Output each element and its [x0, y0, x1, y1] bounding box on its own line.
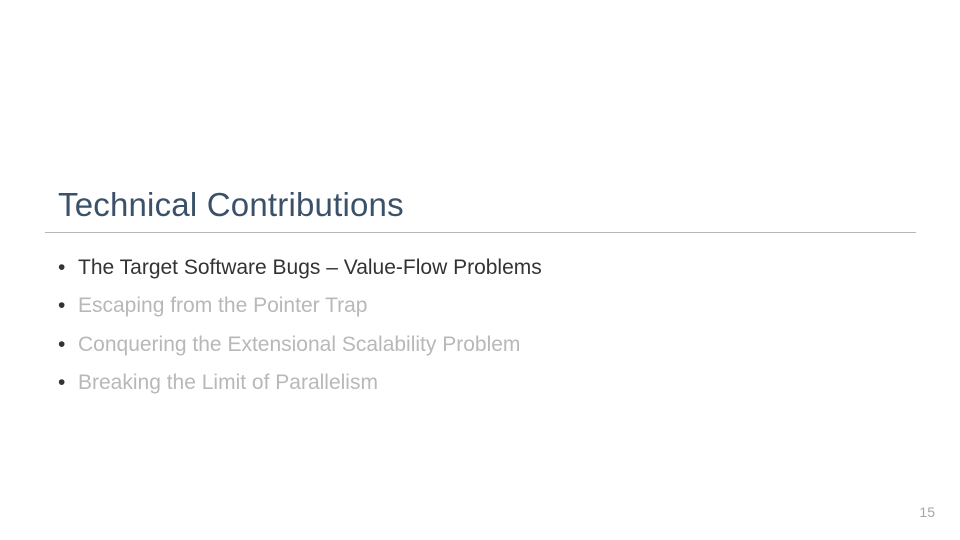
list-item: • The Target Software Bugs – Value-Flow … [58, 254, 542, 282]
list-item-text: The Target Software Bugs – Value-Flow Pr… [78, 254, 542, 282]
slide-title: Technical Contributions [58, 186, 404, 224]
bullet-list: • The Target Software Bugs – Value-Flow … [58, 254, 542, 407]
title-underline [45, 232, 916, 233]
list-item-text: Conquering the Extensional Scalability P… [78, 331, 520, 359]
bullet-icon: • [58, 369, 78, 397]
page-number: 15 [919, 504, 935, 520]
list-item: • Breaking the Limit of Parallelism [58, 369, 542, 397]
bullet-icon: • [58, 292, 78, 320]
slide: Technical Contributions • The Target Sof… [0, 0, 960, 540]
list-item: • Conquering the Extensional Scalability… [58, 331, 542, 359]
bullet-icon: • [58, 254, 78, 282]
list-item-text: Escaping from the Pointer Trap [78, 292, 367, 320]
bullet-icon: • [58, 331, 78, 359]
list-item: • Escaping from the Pointer Trap [58, 292, 542, 320]
list-item-text: Breaking the Limit of Parallelism [78, 369, 378, 397]
